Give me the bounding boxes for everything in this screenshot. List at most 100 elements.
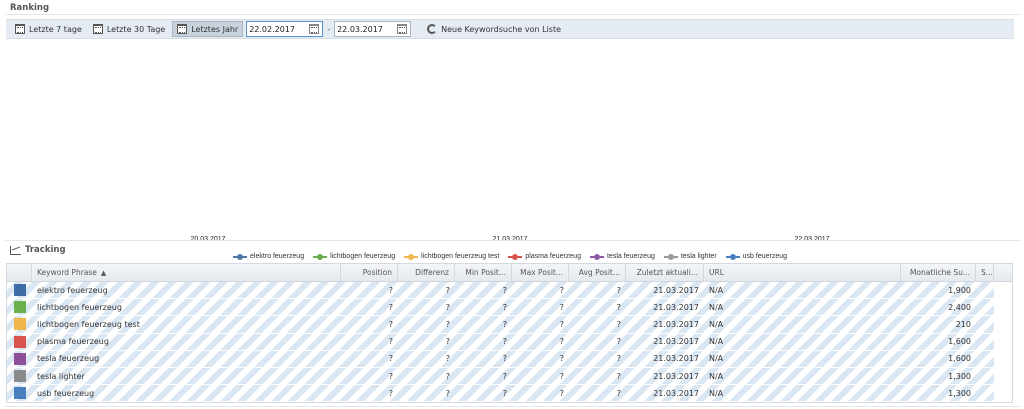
url-cell: N/A	[709, 337, 724, 347]
row-color-cell	[7, 334, 32, 350]
legend-item[interactable]: lichtbogen feuerzeug	[313, 253, 395, 260]
position-cell: ?	[388, 388, 393, 398]
table-row[interactable]: lichtbogen feuerzeug????? 21.03.2017 N/A 2,…	[7, 299, 1012, 317]
last-30-days-label: Letzte 30 Tage	[106, 24, 166, 34]
row-filler	[994, 316, 1012, 333]
ranking-chart: 20.03.2017 21.03.2017 22.03.2017 elektro…	[6, 40, 1014, 260]
legend-label: lichtbogen feuerzeug	[330, 253, 396, 260]
column-header-min-position[interactable]: Min Posit...	[455, 264, 512, 281]
last-year-button[interactable]: Letztes Jahr	[172, 21, 244, 37]
last-30-days-button[interactable]: Letzte 30 Tage	[89, 21, 169, 37]
column-header-monthly-searches[interactable]: Monatliche Su...	[901, 264, 976, 281]
column-header-avg-position[interactable]: Avg Posit...	[569, 264, 626, 281]
row-filler	[994, 367, 1012, 385]
table-row[interactable]: usb feuerzeug????? 21.03.2017 N/A 1,300	[7, 385, 1012, 403]
series-color-swatch	[13, 335, 26, 348]
column-header-s[interactable]: S...	[976, 264, 994, 281]
tracking-panel-title: Tracking	[10, 245, 66, 255]
legend-item[interactable]: elektro feuerzeug	[233, 253, 304, 260]
column-header-last-updated[interactable]: Zuletzt aktuali...	[626, 264, 704, 281]
legend-item[interactable]: lichtbogen feuerzeug test	[404, 253, 499, 260]
table-row[interactable]: tesla lighter????? 21.03.2017 N/A 1,300	[7, 367, 1012, 386]
last-7-days-button[interactable]: Letzte 7 tage	[11, 21, 86, 37]
keyword-cell: lichtbogen feuerzeug test	[37, 319, 140, 329]
table-row[interactable]: lichtbogen feuerzeug test????? 21.03.2017…	[7, 316, 1012, 334]
s-cell	[976, 368, 994, 384]
row-color-cell	[7, 282, 32, 298]
date-to-calendar-icon[interactable]	[397, 24, 408, 34]
column-header-position[interactable]: Position	[341, 264, 398, 281]
calendar-icon	[92, 24, 103, 34]
position-cell: ?	[388, 285, 393, 295]
url-cell: N/A	[709, 319, 724, 329]
legend-swatch	[663, 253, 678, 260]
legend-swatch	[233, 253, 247, 260]
keyword-cell: usb feuerzeug	[37, 388, 95, 398]
min-position-cell: ?	[502, 388, 507, 398]
max-position-cell: ?	[559, 302, 564, 312]
series-color-swatch	[13, 370, 26, 383]
row-filler	[994, 350, 1012, 367]
avg-position-cell: ?	[616, 337, 621, 347]
legend-swatch	[313, 253, 328, 260]
legend-item[interactable]: plasma feuerzeug	[508, 253, 581, 260]
column-header-max-position[interactable]: Max Posit...	[512, 264, 569, 281]
calendar-icon	[177, 24, 188, 34]
last-updated-cell: 21.03.2017	[653, 302, 699, 312]
avg-position-cell: ?	[616, 285, 621, 295]
table-header: Keyword Phrase ▲ Position Differenz Min …	[7, 264, 1012, 282]
legend-label: lichtbogen feuerzeug test	[421, 253, 500, 260]
difference-cell: ?	[445, 388, 450, 398]
table-body: elektro feuerzeug????? 21.03.2017 N/A 1,900…	[7, 282, 1012, 403]
position-cell: ?	[388, 354, 393, 364]
date-to-value[interactable]: 22.03.2017	[337, 25, 397, 34]
tracking-table: Keyword Phrase ▲ Position Differenz Min …	[6, 263, 1013, 404]
legend-swatch	[589, 253, 604, 260]
min-position-cell: ?	[502, 371, 507, 381]
last-year-label: Letztes Jahr	[191, 24, 239, 34]
legend-item[interactable]: usb feuerzeug	[725, 253, 787, 260]
monthly-searches-cell: 1,300	[948, 388, 971, 398]
monthly-searches-cell: 1,900	[948, 285, 971, 295]
ranking-panel-divider	[5, 14, 1021, 15]
last-updated-cell: 21.03.2017	[653, 319, 699, 329]
calendar-icon	[15, 24, 25, 34]
column-header-url[interactable]: URL	[704, 264, 901, 281]
date-from-calendar-icon[interactable]	[309, 24, 320, 34]
last-updated-cell: 21.03.2017	[653, 371, 699, 381]
column-header-keyword[interactable]: Keyword Phrase ▲	[32, 264, 341, 281]
legend-item[interactable]: tesla lighter	[663, 253, 717, 260]
legend-swatch	[508, 253, 523, 260]
series-color-swatch	[13, 301, 26, 314]
tracking-panel-divider	[5, 240, 1021, 241]
s-cell	[976, 316, 994, 332]
column-header-difference[interactable]: Differenz	[398, 264, 455, 281]
line-chart-icon	[10, 245, 21, 255]
table-row[interactable]: tesla feuerzeug????? 21.03.2017 N/A 1,600	[7, 350, 1012, 368]
row-filler	[994, 282, 1012, 299]
s-cell	[976, 351, 994, 367]
date-from-field[interactable]: 22.02.2017	[246, 21, 324, 37]
url-cell: N/A	[709, 371, 724, 381]
url-cell: N/A	[709, 354, 724, 364]
date-from-value[interactable]: 22.02.2017	[249, 25, 309, 34]
legend-item[interactable]: tesla feuerzeug	[589, 253, 655, 260]
new-keyword-search-button[interactable]: Neue Keywordsuche von Liste	[423, 21, 565, 37]
series-color-swatch	[13, 318, 26, 331]
max-position-cell: ?	[559, 319, 564, 329]
monthly-searches-cell: 1,600	[948, 337, 971, 347]
table-row[interactable]: elektro feuerzeug????? 21.03.2017 N/A 1,900	[7, 282, 1012, 300]
table-row[interactable]: plasma feuerzeug????? 21.03.2017 N/A 1,600	[7, 333, 1012, 351]
keyword-cell: lichtbogen feuerzeug	[37, 302, 122, 312]
last-updated-cell: 21.03.2017	[653, 285, 699, 295]
row-color-cell	[7, 316, 32, 332]
series-color-swatch	[13, 352, 26, 365]
url-cell: N/A	[709, 388, 724, 398]
max-position-cell: ?	[559, 285, 564, 295]
max-position-cell: ?	[559, 354, 564, 364]
last-updated-cell: 21.03.2017	[653, 388, 699, 398]
date-to-field[interactable]: 22.03.2017	[334, 21, 412, 37]
chart-legend: elektro feuerzeug lichtbogen feuerzeug lic…	[233, 253, 787, 260]
legend-swatch	[404, 253, 419, 260]
monthly-searches-cell: 210	[955, 319, 971, 329]
